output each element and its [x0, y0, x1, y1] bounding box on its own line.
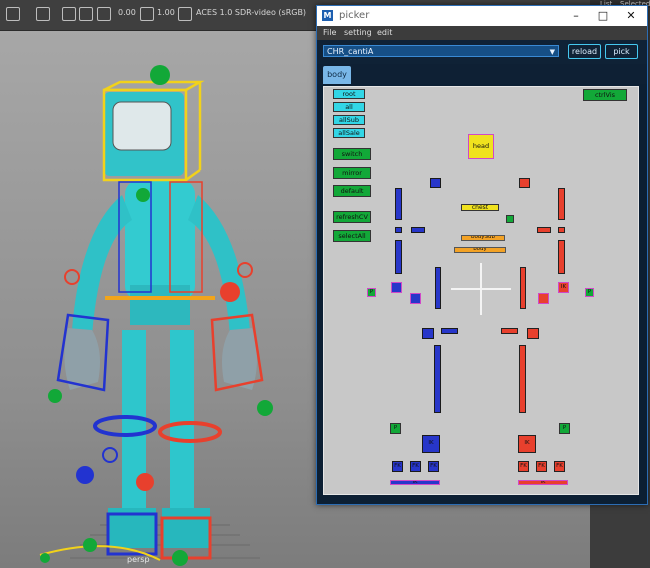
right-foot-fk-2[interactable]: FK	[536, 461, 547, 472]
head-control[interactable]: head	[468, 134, 494, 159]
allsub-button[interactable]: allSub	[333, 115, 365, 125]
picker-window: M picker – □ ✕ File setting edit CHR_can…	[316, 5, 648, 505]
menu-bar: File setting edit	[317, 26, 647, 40]
gamma-icon[interactable]	[140, 7, 154, 21]
right-upperarm-control[interactable]	[558, 188, 565, 220]
left-upperarm-control[interactable]	[395, 188, 402, 220]
toolbar-icon[interactable]	[97, 7, 111, 21]
right-elbow-control[interactable]	[558, 227, 565, 233]
right-thigh-control[interactable]	[527, 328, 539, 339]
right-leg	[170, 330, 194, 510]
crosshair-horizontal	[451, 288, 511, 290]
tab-body[interactable]: body	[323, 66, 351, 84]
torso	[125, 180, 195, 300]
toolbar-icon[interactable]	[36, 7, 50, 21]
app-icon: M	[322, 10, 333, 21]
color-space-label[interactable]: ACES 1.0 SDR-video (sRGB)	[196, 8, 306, 17]
character-dropdown[interactable]: CHR_cantiA ▼	[323, 45, 559, 57]
left-foot-fk-2[interactable]: FK	[410, 461, 421, 472]
left-elbow-control[interactable]	[395, 227, 402, 233]
chest-sub-control[interactable]	[506, 215, 514, 223]
character-dropdown-value: CHR_cantiA	[327, 47, 374, 56]
toolbar-icon[interactable]	[6, 7, 20, 21]
left-arm-pole[interactable]: P	[367, 288, 376, 297]
all-button[interactable]: all	[333, 102, 365, 112]
left-hand-control[interactable]	[391, 282, 402, 293]
tab-bar: body	[317, 64, 647, 84]
allsale-button[interactable]: allSale	[333, 128, 365, 138]
right-clavicle-control[interactable]	[537, 227, 551, 233]
tv-screen	[112, 101, 172, 151]
menu-edit[interactable]: edit	[377, 28, 392, 37]
right-forearm-control[interactable]	[558, 240, 565, 274]
toolbar-icon[interactable]	[79, 7, 93, 21]
toolbar-icon[interactable]	[62, 7, 76, 21]
left-shoulder-control[interactable]	[430, 178, 441, 188]
picker-canvas: root all allSub allSale switch mirror de…	[323, 86, 639, 495]
left-foot-ik[interactable]: IK	[422, 435, 440, 453]
right-foot-ik[interactable]: IK	[518, 435, 536, 453]
default-button[interactable]: default	[333, 185, 371, 197]
left-wrist-control[interactable]	[410, 293, 421, 304]
right-wrist-control[interactable]	[538, 293, 549, 304]
refreshcv-button[interactable]: refreshCV	[333, 211, 371, 223]
right-foot	[162, 508, 210, 548]
right-pelvis-control[interactable]	[501, 328, 518, 334]
maximize-icon[interactable]: □	[589, 6, 617, 26]
right-hand-ik[interactable]: IK	[558, 282, 569, 293]
exposure-field[interactable]: 0.00	[118, 8, 136, 17]
left-foot-fk-1[interactable]: FK	[392, 461, 403, 472]
reload-button[interactable]: reload	[568, 44, 601, 59]
left-forearm-control[interactable]	[395, 240, 402, 274]
right-arm-pole[interactable]: P	[585, 288, 594, 297]
camera-label: persp	[127, 555, 150, 564]
right-leg-ikfk-switch[interactable]: IK	[518, 480, 568, 485]
root-button[interactable]: root	[333, 89, 365, 99]
bodysub-control[interactable]: bodySub	[461, 235, 505, 241]
color-management-icon[interactable]	[178, 7, 192, 21]
right-hand	[222, 328, 257, 390]
switch-button[interactable]: switch	[333, 148, 371, 160]
left-pelvis-control[interactable]	[441, 328, 458, 334]
body-control[interactable]: body	[454, 247, 506, 253]
close-icon[interactable]: ✕	[617, 6, 645, 26]
window-title: picker	[339, 10, 370, 21]
left-leg-pole[interactable]: P	[390, 423, 401, 434]
left-leg-control[interactable]	[434, 345, 441, 413]
menu-file[interactable]: File	[323, 28, 336, 37]
gamma-field[interactable]: 1.00	[157, 8, 175, 17]
left-clavicle-control[interactable]	[411, 227, 425, 233]
left-leg-ikfk-switch[interactable]: IK	[390, 480, 440, 485]
left-thigh-control[interactable]	[422, 328, 434, 339]
left-hand	[64, 328, 100, 390]
pick-button[interactable]: pick	[605, 44, 638, 59]
minimize-icon[interactable]: –	[562, 6, 590, 26]
left-arm	[72, 195, 132, 335]
ctrlvis-button[interactable]: ctrlVis	[583, 89, 627, 101]
picker-topbar: CHR_cantiA ▼ reload pick	[317, 40, 647, 64]
menu-setting[interactable]: setting	[344, 28, 372, 37]
right-foot-fk-1[interactable]: FK	[518, 461, 529, 472]
right-foot-fk-3[interactable]: FK	[554, 461, 565, 472]
selectall-button[interactable]: selectAll	[333, 230, 371, 242]
right-leg-pole[interactable]: P	[559, 423, 570, 434]
chevron-down-icon: ▼	[549, 48, 555, 56]
chest-control[interactable]: chest	[461, 204, 499, 211]
pelvis	[130, 285, 190, 325]
left-hip-control[interactable]	[435, 267, 441, 309]
picker-titlebar[interactable]: M picker – □ ✕	[317, 6, 647, 26]
right-shoulder-control[interactable]	[519, 178, 530, 188]
mirror-button[interactable]: mirror	[333, 167, 371, 179]
right-leg-control[interactable]	[519, 345, 526, 413]
right-hip-control[interactable]	[520, 267, 526, 309]
left-foot-fk-3[interactable]: FK	[428, 461, 439, 472]
